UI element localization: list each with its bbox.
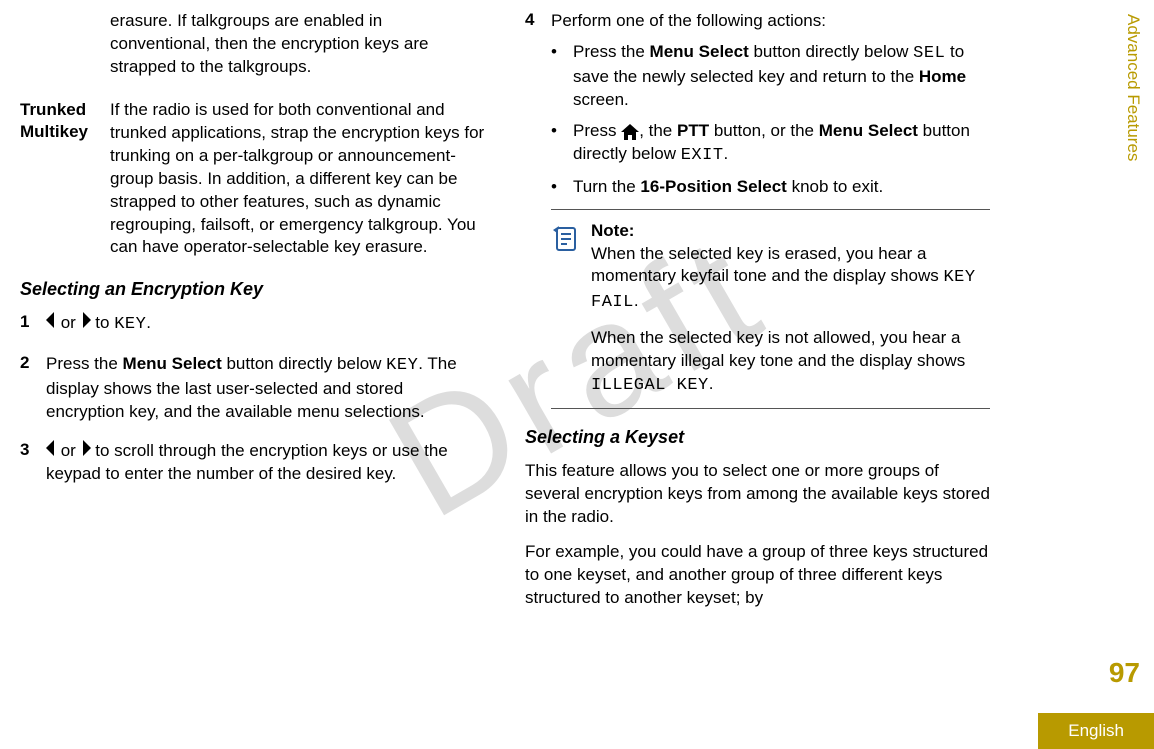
left-column: erasure. If talkgroups are enabled in co… [0, 10, 505, 749]
bullet-marker: • [551, 120, 573, 168]
step-1-key: KEY [114, 315, 146, 334]
b2-a: Press [573, 121, 621, 140]
step-2-b: Menu Select [123, 354, 222, 373]
page-content: erasure. If talkgroups are enabled in co… [0, 0, 1154, 749]
heading-selecting-encryption-key: Selecting an Encryption Key [20, 279, 485, 300]
b1-b: Menu Select [650, 42, 749, 61]
right-column: 4 Perform one of the following actions: … [505, 10, 1010, 749]
b1-e: screen. [573, 90, 629, 109]
nav-right-icon [81, 440, 91, 463]
step-2-key: KEY [386, 356, 418, 375]
b1-c: button directly below [749, 42, 913, 61]
b1-a: Press the [573, 42, 650, 61]
b1-sel: SEL [913, 44, 945, 63]
keyset-para-2: For example, you could have a group of t… [525, 541, 990, 610]
step-2-c: button directly below [222, 354, 386, 373]
note-title: Note: [591, 220, 990, 243]
note-p1a: When the selected key is erased, you hea… [591, 244, 943, 286]
definition-trunked-multikey: Trunked Multikey If the radio is used fo… [20, 99, 485, 260]
step-2-a: Press the [46, 354, 123, 373]
b2-e: . [724, 144, 729, 163]
b2-ptt: PTT [677, 121, 709, 140]
step-3: 3 or to scroll through the encryption ke… [20, 440, 485, 486]
note-p1c: . [634, 291, 639, 310]
def-trunked-multikey-text: If the radio is used for both convention… [110, 99, 485, 260]
b1-home: Home [919, 67, 966, 86]
bullet-2: • Press , the PTT button, or the Menu Se… [551, 120, 990, 168]
note-p2a: When the selected key is not allowed, yo… [591, 328, 965, 370]
nav-left-icon [46, 440, 56, 463]
page-number: 97 [1109, 657, 1140, 689]
b2-exit: EXIT [681, 146, 724, 165]
b2-c: button, or the [709, 121, 819, 140]
note-box: Note: When the selected key is erased, y… [551, 209, 990, 410]
step-1-to: to [91, 313, 115, 332]
step-3-number: 3 [20, 440, 46, 486]
language-label: English [1038, 713, 1154, 749]
nav-right-icon [81, 312, 91, 335]
b2-b: , the [639, 121, 677, 140]
b2-ms: Menu Select [819, 121, 918, 140]
step-2-number: 2 [20, 353, 46, 424]
keyset-para-1: This feature allows you to select one or… [525, 460, 990, 529]
step-4-number: 4 [525, 10, 551, 409]
nav-left-icon [46, 312, 56, 335]
b3-knob: 16-Position Select [640, 177, 786, 196]
bullet-1: • Press the Menu Select button directly … [551, 41, 990, 112]
step-4-intro: Perform one of the following actions: [551, 10, 990, 33]
b3-b: knob to exit. [787, 177, 883, 196]
bullet-marker: • [551, 176, 573, 199]
note-p2c: . [709, 374, 714, 393]
definition-continuation: erasure. If talkgroups are enabled in co… [20, 10, 485, 79]
step-4: 4 Perform one of the following actions: … [525, 10, 990, 409]
step-1-end: . [146, 313, 151, 332]
note-p2b: ILLEGAL KEY [591, 376, 709, 395]
step-4-bullets: • Press the Menu Select button directly … [551, 41, 990, 199]
bullet-3: • Turn the 16-Position Select knob to ex… [551, 176, 990, 199]
heading-selecting-keyset: Selecting a Keyset [525, 427, 990, 448]
step-1: 1 or to KEY. [20, 312, 485, 337]
step-3-or: or [56, 441, 81, 460]
term-trunked-multikey: Trunked Multikey [20, 99, 110, 260]
step-1-number: 1 [20, 312, 46, 337]
step-3-text: to scroll through the encryption keys or… [46, 441, 448, 483]
side-tab: Advanced Features [1120, 8, 1146, 167]
def-continuation-text: erasure. If talkgroups are enabled in co… [110, 10, 485, 79]
step-2: 2 Press the Menu Select button directly … [20, 353, 485, 424]
bullet-marker: • [551, 41, 573, 112]
step-1-or: or [56, 313, 81, 332]
home-icon [621, 120, 639, 143]
note-icon [551, 220, 591, 399]
b3-a: Turn the [573, 177, 640, 196]
